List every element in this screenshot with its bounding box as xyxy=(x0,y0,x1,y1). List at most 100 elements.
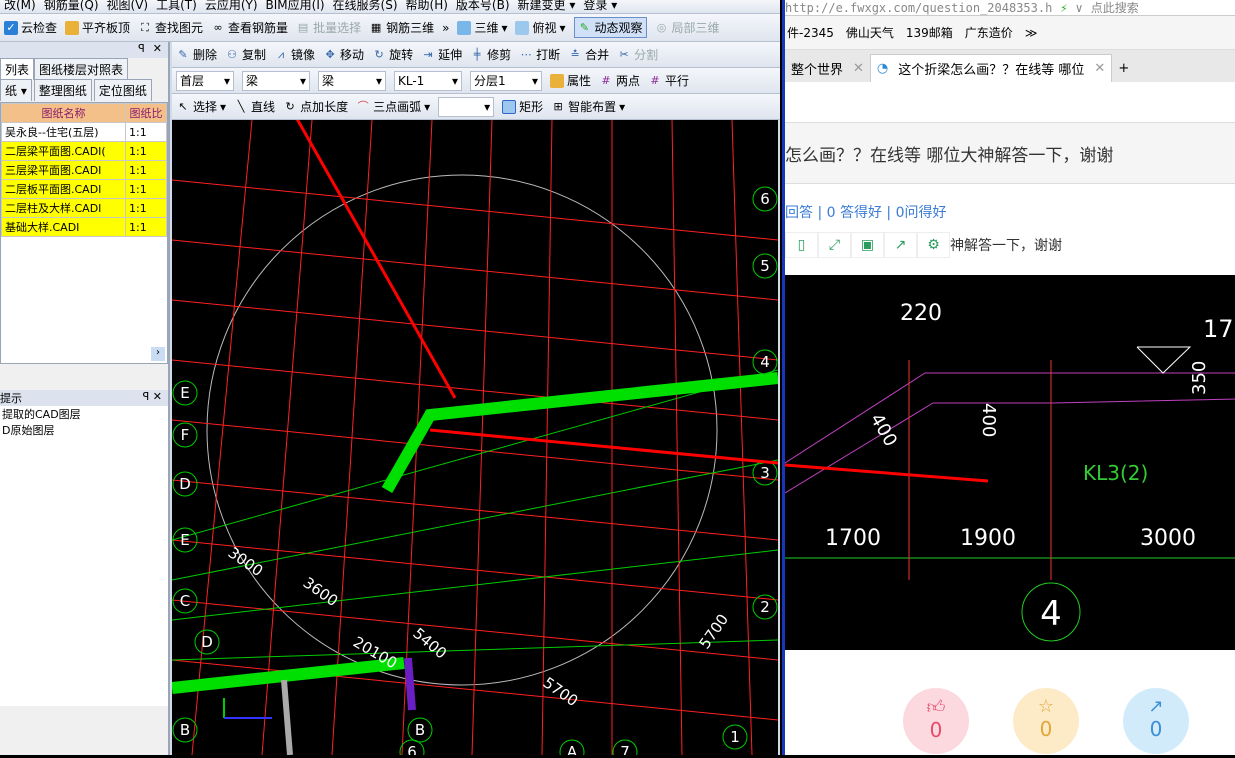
question-image[interactable]: 220 400 400 350 1700 1900 3000 KL3(2) 17.3 4 xyxy=(784,275,1235,650)
arc-button[interactable]: ⌒ 三点画弧 ▾ xyxy=(356,98,431,115)
top-view-dropdown[interactable]: 俯视 ▾ xyxy=(515,19,566,36)
tab-list[interactable]: 列表 xyxy=(0,58,35,80)
menu-item[interactable]: 版本号(B) xyxy=(456,0,510,13)
menu-item[interactable]: 云应用(Y) xyxy=(205,0,258,13)
cad-viewport[interactable]: 6 5 4 3 2 1 E F D E C D B B 6 A 7 3000 3600 20100 5400 5700 57… xyxy=(171,109,779,758)
view-rebar-button[interactable]: ∞ 查看钢筋量 xyxy=(211,19,288,36)
layer-select[interactable]: 分层1 ▾ xyxy=(470,70,542,91)
address-bar[interactable]: http://e.fwxgx.com/question_2048353.h ⚡ ∨ 点… xyxy=(785,0,1235,16)
browser-window: http://e.fwxgx.com/question_2048353.h ⚡ ∨ 点… xyxy=(782,0,1235,755)
scroll-right-button[interactable]: › xyxy=(151,347,165,361)
merge-button[interactable]: ≛ 合并 xyxy=(568,46,610,63)
menu-item[interactable]: 改(M) xyxy=(4,0,36,13)
select-button[interactable]: ↖ 选择 ▾ xyxy=(176,98,226,115)
arc-option-select[interactable]: ▾ xyxy=(438,96,495,117)
tab-item-active[interactable]: ◔ 这个折梁怎么画？？在线等 哪位 ✕ xyxy=(869,54,1113,82)
dynamic-orbit-button[interactable]: ✎ 动态观察 xyxy=(573,17,647,38)
bookmark-item[interactable]: 件-2345 xyxy=(787,24,834,41)
user-stats[interactable]: 回答 | 0 答得好 | 0问得好 xyxy=(785,202,1235,222)
find-element-button[interactable]: ⛶ 查找图元 xyxy=(138,19,203,36)
more-icon[interactable]: ≫ xyxy=(1025,26,1038,40)
beam-3d xyxy=(381,372,779,493)
dimension-label: 5700 xyxy=(540,674,582,711)
fullscreen-icon[interactable]: ⤢ xyxy=(818,232,851,258)
beam-line xyxy=(784,372,1235,464)
break-icon: ⋯ xyxy=(520,47,532,61)
axis-label: C xyxy=(180,592,190,610)
local-3d-button[interactable]: ◎ 局部三维 xyxy=(655,19,720,36)
menu-item[interactable]: BIM应用(I) xyxy=(266,0,325,13)
split-button[interactable]: ✂ 分割 xyxy=(617,46,659,63)
rectangle-button[interactable]: 矩形 xyxy=(502,98,543,115)
pin-icon[interactable]: ꟼ xyxy=(143,390,150,403)
mirror-button[interactable]: ⩘ 镜像 xyxy=(274,46,315,63)
extend-button[interactable]: ⇥ 延伸 xyxy=(421,46,462,63)
action-share[interactable]: ↗ 0 xyxy=(1123,688,1189,754)
search-box[interactable]: 点此搜索 xyxy=(1091,0,1139,16)
tab-floor-mapping[interactable]: 图纸楼层对照表 xyxy=(34,58,129,80)
bookmark-item[interactable]: 广东造价 xyxy=(965,24,1013,41)
menu-item[interactable]: 登录 ▾ xyxy=(583,0,617,13)
close-icon[interactable]: ✕ xyxy=(153,390,162,403)
cube-icon xyxy=(457,20,472,35)
move-button[interactable]: ✥ 移动 xyxy=(323,46,364,63)
action-thumbs-up[interactable]: 👍︎ 0 xyxy=(903,688,969,754)
table-row[interactable]: 二层梁平面图.CADI(1:1 xyxy=(1,141,167,161)
view-3d-dropdown[interactable]: 三维 ▾ xyxy=(457,19,507,36)
rebar-3d-button[interactable]: ▦ 钢筋三维 xyxy=(369,19,434,36)
action-star[interactable]: ☆ 0 xyxy=(1013,688,1079,754)
trim-button[interactable]: ╪ 修剪 xyxy=(470,46,511,63)
organize-drawings-button[interactable]: 整理图纸 xyxy=(33,79,92,101)
properties-button[interactable]: 属性 xyxy=(550,72,591,89)
cloud-check-button[interactable]: ✓ 云检查 xyxy=(4,19,57,36)
question-body: 神解答一下，谢谢 xyxy=(950,238,1062,254)
parallel-button[interactable]: # 平行 xyxy=(648,72,689,89)
menu-item[interactable]: 钢筋量(Q) xyxy=(44,0,99,13)
menu-item[interactable]: 工具(T) xyxy=(156,0,197,13)
close-icon[interactable]: ✕ xyxy=(153,42,162,58)
close-icon[interactable]: ✕ xyxy=(1094,61,1105,76)
share-icon[interactable]: ↗ xyxy=(884,232,917,258)
floor-select[interactable]: 首层 ▾ xyxy=(176,70,234,91)
cad-canvas[interactable]: 654321EFDECDB B6 A 73000360020100 5400570057… xyxy=(171,109,779,758)
smart-layout-button[interactable]: ⊞ 智能布置 ▾ xyxy=(551,98,626,115)
parallel-icon: # xyxy=(650,73,660,87)
delete-button[interactable]: ✎ 删除 xyxy=(176,46,217,63)
element-toolbar: 首层 ▾ 梁 ▾ 梁 ▾ KL-1 ▾ 分层1 ▾ 属性 # 两点 # 平行 xyxy=(172,68,780,94)
table-row[interactable]: 吴永良--住宅(五层) 1:1 xyxy=(1,122,167,142)
break-button[interactable]: ⋯ 打断 xyxy=(519,46,561,63)
point-length-button[interactable]: ↻ 点加长度 xyxy=(283,98,348,115)
menu-item[interactable]: 在线服务(S) xyxy=(333,0,398,13)
locate-drawing-button[interactable]: 定位图纸 xyxy=(93,79,152,101)
bookmark-item[interactable]: 佛山天气 xyxy=(846,24,894,41)
table-row[interactable]: 基础大样.CADI 1:1 xyxy=(1,217,167,237)
align-slab-button[interactable]: 平齐板顶 xyxy=(65,19,130,36)
line-button[interactable]: ╲ 直线 xyxy=(234,98,275,115)
table-row[interactable]: 三层梁平面图.CADI 1:1 xyxy=(1,160,167,180)
drawing-dropdown[interactable]: 纸 ▾ xyxy=(0,79,32,101)
bookmark-item[interactable]: 139邮箱 xyxy=(906,24,953,41)
menu-item[interactable]: 帮助(H) xyxy=(406,0,448,13)
close-icon[interactable]: ✕ xyxy=(853,61,864,76)
more-icon[interactable]: » xyxy=(442,21,449,35)
menu-item[interactable]: 视图(V) xyxy=(107,0,149,13)
tab-item[interactable]: 整个世界 ✕ xyxy=(785,54,870,82)
table-row[interactable]: 二层板平面图.CADI 1:1 xyxy=(1,179,167,199)
two-points-button[interactable]: # 两点 xyxy=(599,72,640,89)
chevron-down-icon[interactable]: ∨ xyxy=(1076,1,1083,15)
member-select[interactable]: KL-1 ▾ xyxy=(394,70,462,91)
copy-button[interactable]: ⚇ 复制 xyxy=(225,46,266,63)
save-icon[interactable]: ▣ xyxy=(851,232,884,258)
batch-select-button[interactable]: ▤ 批量选择 xyxy=(296,19,361,36)
new-tab-button[interactable]: + xyxy=(1112,54,1135,82)
gear-icon[interactable]: ⚙ xyxy=(917,232,950,258)
category-select[interactable]: 梁 ▾ xyxy=(242,70,310,91)
rotate-button[interactable]: ↻ 旋转 xyxy=(372,46,413,63)
type-select[interactable]: 梁 ▾ xyxy=(318,70,386,91)
menu-bar: 改(M) 钢筋量(Q) 视图(V) 工具(T) 云应用(Y) BIM应用(I) 在线服务(S… xyxy=(0,0,780,14)
menu-item[interactable]: 新建变更 ▾ xyxy=(518,0,576,13)
table-row[interactable]: 二层柱及大样.CADI 1:1 xyxy=(1,198,167,218)
pin-icon[interactable]: ꟼ xyxy=(138,42,145,58)
tablet-icon[interactable]: ▯ xyxy=(785,232,818,258)
delete-icon: ✎ xyxy=(178,47,188,61)
